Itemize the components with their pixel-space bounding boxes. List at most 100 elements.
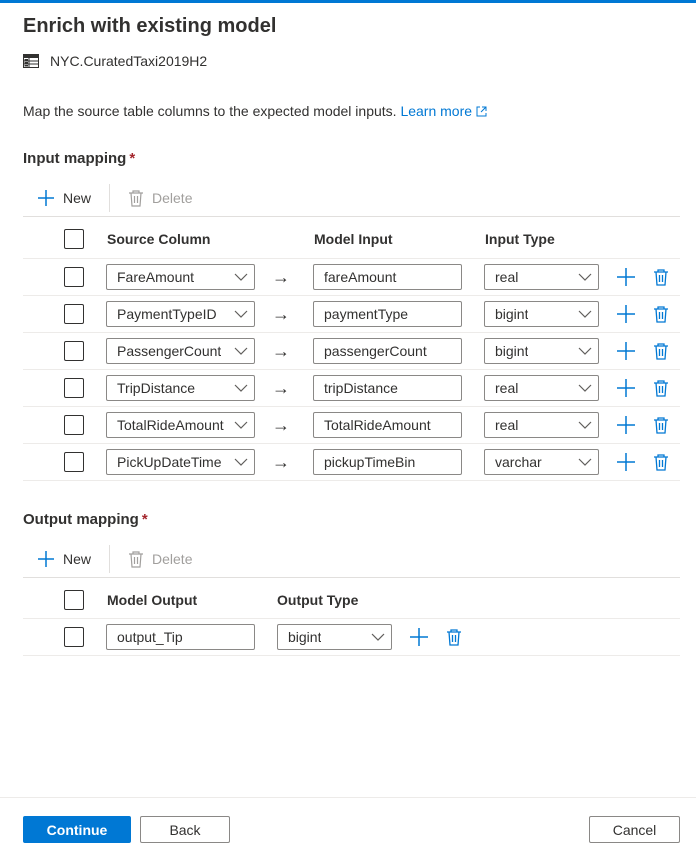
chevron-down-icon (234, 347, 248, 355)
model-output-field[interactable]: output_Tip (106, 624, 255, 650)
add-row-icon[interactable] (616, 296, 636, 332)
table-row: TripDistance → tripDistance real (23, 370, 680, 407)
input-type-dropdown[interactable]: real (484, 264, 599, 290)
chevron-down-icon (234, 273, 248, 281)
output-mapping-toolbar: New Delete (23, 540, 680, 578)
chevron-down-icon (234, 310, 248, 318)
table-row: output_Tip bigint (23, 619, 680, 656)
source-column-dropdown[interactable]: TripDistance (106, 375, 255, 401)
source-column-dropdown[interactable]: PaymentTypeID (106, 301, 255, 327)
continue-button[interactable]: Continue (23, 816, 131, 843)
model-input-field[interactable]: tripDistance (313, 375, 462, 401)
source-column-dropdown[interactable]: PassengerCount (106, 338, 255, 364)
back-button[interactable]: Back (140, 816, 230, 843)
learn-more-link[interactable]: Learn more (400, 103, 487, 119)
add-row-icon[interactable] (616, 407, 636, 443)
output-new-button[interactable]: New (23, 544, 105, 574)
model-input-field[interactable]: passengerCount (313, 338, 462, 364)
chevron-down-icon (578, 458, 592, 466)
source-column-dropdown[interactable]: PickUpDateTime (106, 449, 255, 475)
header-input-type: Input Type (485, 231, 555, 247)
input-type-dropdown[interactable]: real (484, 375, 599, 401)
trash-icon (129, 550, 144, 568)
model-input-field[interactable]: fareAmount (313, 264, 462, 290)
select-all-checkbox[interactable] (64, 589, 84, 610)
row-checkbox[interactable] (64, 627, 84, 647)
row-checkbox[interactable] (64, 304, 84, 324)
delete-row-icon[interactable] (653, 333, 669, 369)
footer-divider (0, 797, 696, 798)
chevron-down-icon (234, 458, 248, 466)
input-type-dropdown[interactable]: bigint (484, 338, 599, 364)
table-row: FareAmount → fareAmount real (23, 259, 680, 296)
row-checkbox[interactable] (64, 341, 84, 361)
table-header-row: Source Column Model Input Input Type (23, 220, 680, 259)
toolbar-divider (109, 544, 111, 573)
chevron-down-icon (234, 384, 248, 392)
top-accent-bar (0, 0, 696, 3)
chevron-down-icon (234, 421, 248, 429)
input-delete-button[interactable]: Delete (114, 183, 206, 213)
mapping-arrow: → (272, 414, 290, 435)
mapping-arrow: → (272, 266, 290, 287)
add-row-icon[interactable] (616, 370, 636, 406)
table-row: PickUpDateTime → pickupTimeBin varchar (23, 444, 680, 481)
input-mapping-label: Input mapping * (23, 150, 136, 167)
table-row: TotalRideAmount → TotalRideAmount real (23, 407, 680, 444)
delete-row-icon[interactable] (653, 296, 669, 332)
chevron-down-icon (371, 633, 385, 641)
header-output-type: Output Type (277, 591, 359, 608)
row-checkbox[interactable] (64, 415, 84, 435)
mapping-arrow: → (272, 451, 290, 472)
toolbar-divider (109, 183, 111, 212)
input-type-dropdown[interactable]: bigint (484, 301, 599, 327)
chevron-down-icon (578, 347, 592, 355)
input-type-dropdown[interactable]: varchar (484, 449, 599, 475)
add-row-icon[interactable] (616, 333, 636, 369)
description: Map the source table columns to the expe… (23, 103, 487, 119)
source-column-dropdown[interactable]: TotalRideAmount (106, 412, 255, 438)
header-model-output: Model Output (107, 591, 198, 608)
add-row-icon[interactable] (616, 444, 636, 480)
panel-title: Enrich with existing model (23, 15, 277, 37)
add-row-icon[interactable] (616, 259, 636, 295)
table-reference: NYC.CuratedTaxi2019H2 (23, 53, 207, 69)
table-row: PaymentTypeID → paymentType bigint (23, 296, 680, 333)
chevron-down-icon (578, 421, 592, 429)
table-header-row: Model Output Output Type (23, 581, 680, 619)
table-name: NYC.CuratedTaxi2019H2 (50, 53, 208, 69)
trash-icon (129, 189, 144, 207)
input-new-button[interactable]: New (23, 183, 105, 213)
mapping-arrow: → (272, 303, 290, 324)
row-checkbox[interactable] (64, 452, 84, 472)
chevron-down-icon (578, 384, 592, 392)
delete-row-icon[interactable] (653, 444, 669, 480)
model-input-field[interactable]: TotalRideAmount (313, 412, 462, 438)
table-row: PassengerCount → passengerCount bigint (23, 333, 680, 370)
input-type-dropdown[interactable]: real (484, 412, 599, 438)
plus-icon (38, 550, 54, 567)
chevron-down-icon (578, 310, 592, 318)
row-checkbox[interactable] (64, 378, 84, 398)
source-column-dropdown[interactable]: FareAmount (106, 264, 255, 290)
delete-row-icon[interactable] (653, 407, 669, 443)
select-all-checkbox[interactable] (64, 229, 84, 249)
delete-row-icon[interactable] (446, 619, 462, 655)
model-input-field[interactable]: paymentType (313, 301, 462, 327)
description-text: Map the source table columns to the expe… (23, 103, 397, 119)
header-source-column: Source Column (107, 231, 211, 247)
input-mapping-toolbar: New Delete (23, 179, 680, 217)
output-mapping-table: Model Output Output Type output_Tip bigi… (23, 581, 680, 656)
input-mapping-table: Source Column Model Input Input Type Far… (23, 220, 680, 481)
row-checkbox[interactable] (64, 267, 84, 287)
header-model-input: Model Input (314, 231, 393, 247)
output-type-dropdown[interactable]: bigint (277, 624, 392, 650)
cancel-button[interactable]: Cancel (589, 816, 680, 843)
delete-row-icon[interactable] (653, 370, 669, 406)
delete-row-icon[interactable] (653, 259, 669, 295)
output-delete-button[interactable]: Delete (114, 544, 206, 574)
add-row-icon[interactable] (409, 619, 429, 655)
chevron-down-icon (578, 273, 592, 281)
table-icon (23, 54, 39, 68)
model-input-field[interactable]: pickupTimeBin (313, 449, 462, 475)
